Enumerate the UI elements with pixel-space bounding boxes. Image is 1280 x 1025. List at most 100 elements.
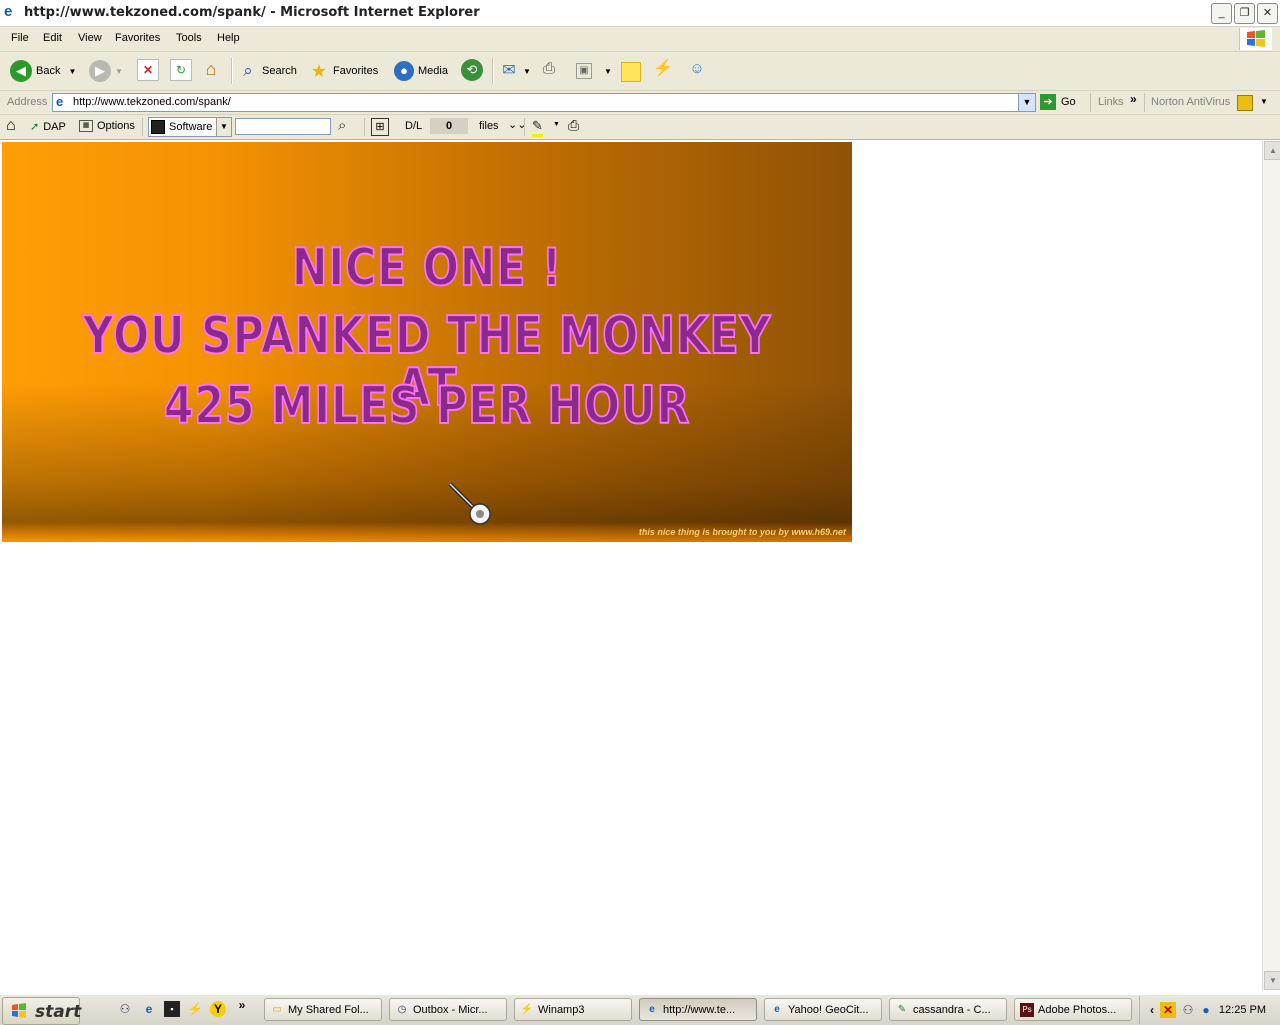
menu-favorites[interactable]: Favorites bbox=[115, 32, 160, 44]
toolbar-separator bbox=[524, 118, 525, 136]
globe-icon[interactable]: ● bbox=[1198, 1002, 1214, 1018]
home-icon[interactable]: ⌂ bbox=[6, 118, 16, 134]
people-icon[interactable]: ⚇ bbox=[117, 1001, 133, 1017]
address-dropdown-button[interactable]: ▼ bbox=[1018, 94, 1035, 111]
favorites-button[interactable]: ★ Favorites bbox=[309, 59, 378, 83]
dap-button[interactable]: ➚ DAP bbox=[30, 120, 66, 134]
ie-page-icon: e bbox=[56, 94, 64, 109]
scroll-up-button[interactable]: ▲ bbox=[1264, 141, 1280, 160]
search-button[interactable]: ⌕ Search bbox=[238, 59, 297, 83]
task-button[interactable]: ✎ cassandra - C... bbox=[889, 998, 1007, 1021]
task-label: Outbox - Micr... bbox=[413, 1003, 488, 1016]
task-button-active[interactable]: e http://www.te... bbox=[639, 998, 757, 1021]
address-bar: Address e ▼ ➔ Go Links » Norton AntiViru… bbox=[0, 91, 1280, 115]
norton-tray-icon[interactable]: ✕ bbox=[1160, 1002, 1176, 1018]
toolbar-separator bbox=[1144, 93, 1145, 112]
search-icon[interactable]: ⌕ bbox=[338, 117, 346, 134]
network-icon[interactable]: ⚇ bbox=[1180, 1002, 1196, 1018]
home-icon[interactable]: ⌂ bbox=[201, 59, 221, 79]
options-label: Options bbox=[97, 120, 135, 132]
spank-cursor-icon bbox=[448, 482, 491, 525]
stop-icon[interactable]: ✕ bbox=[137, 59, 159, 81]
history-icon[interactable]: ⟲ bbox=[461, 59, 483, 81]
menu-file[interactable]: File bbox=[11, 32, 29, 44]
window-title: http://www.tekzoned.com/spank/ - Microso… bbox=[24, 5, 480, 20]
menu-help[interactable]: Help bbox=[217, 32, 240, 44]
toolbar-separator bbox=[1090, 93, 1091, 112]
norton-icon[interactable] bbox=[1237, 95, 1253, 111]
mail-button[interactable]: ✉ ▼ bbox=[499, 59, 531, 83]
toolbar-separator bbox=[231, 58, 233, 84]
photoshop-icon: Ps bbox=[1020, 1002, 1034, 1017]
go-button[interactable]: ➔ Go bbox=[1040, 94, 1076, 110]
chevron-right-icon[interactable]: » bbox=[234, 997, 250, 1013]
capture-icon[interactable]: ⊞ bbox=[371, 118, 389, 136]
ie-icon: e bbox=[649, 1003, 655, 1015]
print-icon[interactable]: ⎙ bbox=[539, 59, 559, 79]
task-label: My Shared Fol... bbox=[288, 1003, 369, 1016]
minimize-button[interactable]: _ bbox=[1211, 3, 1232, 24]
forward-button[interactable]: ▶ ▼ bbox=[89, 59, 123, 83]
yahoo-icon[interactable]: Y bbox=[210, 1001, 226, 1017]
options-icon: ▦ bbox=[79, 120, 93, 132]
menu-tools[interactable]: Tools bbox=[176, 32, 202, 44]
dl-count: 0 bbox=[430, 118, 468, 134]
edit-button[interactable]: ▣ ▼ bbox=[576, 59, 612, 83]
disk-icon bbox=[151, 120, 165, 134]
messenger-icon[interactable]: ☺ bbox=[687, 59, 707, 79]
options-button[interactable]: ▦ Options bbox=[79, 120, 135, 132]
go-label: Go bbox=[1061, 96, 1076, 108]
print-icon[interactable]: ⎙ bbox=[568, 117, 579, 134]
winamp-icon[interactable]: ⚡ bbox=[187, 1001, 203, 1017]
dap-label: DAP bbox=[43, 120, 66, 133]
terminal-icon[interactable]: ▪ bbox=[164, 1001, 180, 1017]
task-label: cassandra - C... bbox=[913, 1003, 991, 1016]
address-label: Address bbox=[7, 96, 48, 108]
standard-toolbar: ◀ Back ▼ ▶ ▼ ✕ ↻ ⌂ ⌕ Search ★ Favorites … bbox=[0, 52, 1280, 91]
menu-edit[interactable]: Edit bbox=[43, 32, 62, 44]
banner-line-3: 425 MILES PER HOUR bbox=[163, 376, 691, 436]
ie-icon: e bbox=[774, 1003, 780, 1015]
norton-label: Norton AntiVirus bbox=[1151, 96, 1231, 108]
links-button[interactable]: Links bbox=[1098, 96, 1124, 108]
task-button[interactable]: Ps Adobe Photos... bbox=[1014, 998, 1132, 1021]
favorites-label: Favorites bbox=[333, 65, 379, 77]
flash-banner[interactable]: NICE ONE ! YOU SPANKED THE MONKEY AT 425… bbox=[2, 142, 852, 542]
task-label: http://www.te... bbox=[663, 1003, 736, 1016]
banner-credit: this nice thing is brought to you by www… bbox=[638, 527, 846, 537]
lightning-icon[interactable]: ⚡ bbox=[653, 59, 673, 79]
edit-icon: ▣ bbox=[576, 63, 592, 79]
task-label: Winamp3 bbox=[538, 1003, 585, 1016]
refresh-icon[interactable]: ↻ bbox=[170, 59, 192, 81]
task-button[interactable]: ⚡ Winamp3 bbox=[514, 998, 632, 1021]
task-button[interactable]: e Yahoo! GeoCit... bbox=[764, 998, 882, 1021]
chevron-down-icon[interactable]: ▼ bbox=[1260, 97, 1268, 106]
ie-icon[interactable]: e bbox=[141, 1001, 157, 1017]
menu-view[interactable]: View bbox=[78, 32, 102, 44]
task-button[interactable]: ▭ My Shared Fol... bbox=[264, 998, 382, 1021]
vertical-scrollbar[interactable]: ▲ ▼ bbox=[1262, 141, 1280, 990]
system-tray: ‹ ✕ ⚇ ● 12:25 PM bbox=[1139, 996, 1280, 1024]
chevron-down-icon[interactable]: ▼ bbox=[553, 121, 560, 128]
scroll-down-button[interactable]: ▼ bbox=[1264, 971, 1280, 990]
media-globe-icon: ● bbox=[394, 61, 414, 81]
task-button[interactable]: ◷ Outbox - Micr... bbox=[389, 998, 507, 1021]
category-select[interactable]: Software ▼ bbox=[148, 117, 232, 137]
chevron-right-icon[interactable]: » bbox=[1130, 92, 1137, 106]
note-icon[interactable] bbox=[621, 62, 641, 82]
address-input[interactable] bbox=[73, 95, 1013, 109]
back-arrow-icon: ◀ bbox=[10, 60, 32, 82]
page-content: NICE ONE ! YOU SPANKED THE MONKEY AT 425… bbox=[0, 141, 1262, 990]
restore-button[interactable]: ❐ bbox=[1234, 3, 1255, 24]
chevron-down-icon: ▼ bbox=[68, 66, 77, 76]
media-button[interactable]: ● Media bbox=[394, 59, 448, 83]
address-field[interactable]: e ▼ bbox=[52, 93, 1036, 112]
start-button[interactable]: start bbox=[2, 997, 81, 1025]
highlight-icon[interactable]: ✎ bbox=[532, 118, 543, 137]
category-value: Software bbox=[169, 121, 213, 133]
dap-search-input[interactable] bbox=[235, 118, 331, 135]
chevron-left-icon[interactable]: ‹ bbox=[1144, 1002, 1160, 1018]
back-button[interactable]: ◀ Back ▼ bbox=[10, 59, 76, 83]
close-button[interactable]: ✕ bbox=[1257, 3, 1278, 24]
task-label: Adobe Photos... bbox=[1038, 1003, 1117, 1016]
